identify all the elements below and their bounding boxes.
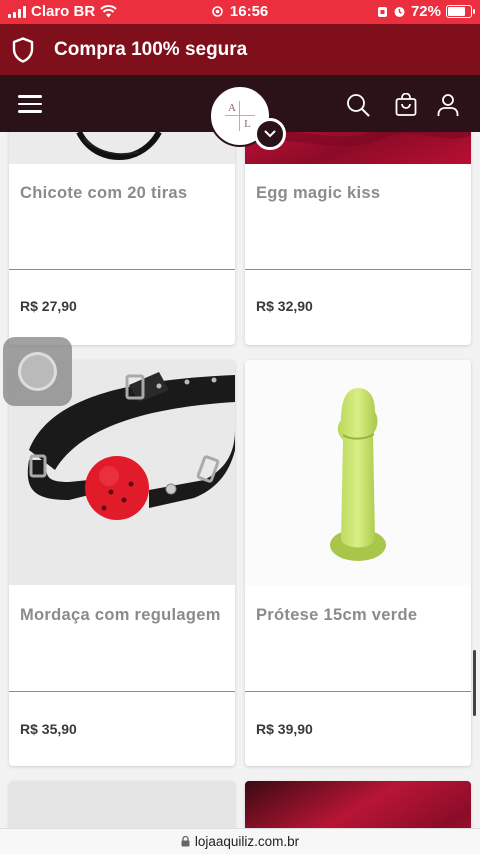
product-image[interactable] bbox=[245, 781, 471, 828]
status-right: 72% bbox=[377, 3, 475, 20]
logo-cell bbox=[225, 116, 240, 131]
product-image[interactable] bbox=[245, 360, 471, 585]
product-title[interactable]: Mordaça com regulagem bbox=[20, 606, 227, 625]
user-icon[interactable] bbox=[436, 93, 460, 117]
product-image[interactable] bbox=[9, 132, 235, 164]
logo-letter-l: L bbox=[244, 117, 251, 130]
lock-rotation-icon bbox=[377, 6, 387, 17]
bag-icon[interactable] bbox=[394, 93, 418, 117]
lock-icon bbox=[181, 836, 190, 847]
product-card[interactable] bbox=[245, 781, 471, 828]
alarm-icon bbox=[394, 7, 405, 17]
assistive-touch-ring bbox=[18, 352, 57, 391]
clock: 16:56 bbox=[229, 3, 269, 20]
card-divider bbox=[9, 269, 235, 270]
product-title[interactable]: Prótese 15cm verde bbox=[256, 606, 463, 625]
assistive-touch-button[interactable] bbox=[3, 337, 72, 406]
menu-icon[interactable] bbox=[18, 95, 42, 113]
scrollbar[interactable] bbox=[473, 650, 476, 716]
product-title[interactable]: Egg magic kiss bbox=[256, 184, 463, 203]
product-price: R$ 27,90 bbox=[20, 298, 77, 314]
product-card[interactable]: Egg magic kiss R$ 32,90 bbox=[245, 132, 471, 345]
product-price: R$ 32,90 bbox=[256, 298, 313, 314]
product-card[interactable]: Chicote com 20 tiras R$ 27,90 bbox=[9, 132, 235, 345]
site-header: A L bbox=[0, 75, 480, 147]
product-grid: Chicote com 20 tiras R$ 27,90 Egg magic … bbox=[0, 132, 480, 828]
product-image[interactable] bbox=[9, 781, 235, 828]
product-price: R$ 39,90 bbox=[256, 721, 313, 737]
product-card[interactable]: Mordaça com regulagem R$ 35,90 bbox=[9, 360, 235, 766]
secure-purchase-banner: Compra 100% segura bbox=[0, 24, 480, 75]
logo-monogram: A L bbox=[225, 101, 255, 131]
secure-purchase-text: Compra 100% segura bbox=[54, 38, 248, 60]
url-text: lojaaquiliz.com.br bbox=[194, 834, 300, 849]
status-bar: Claro BR 16:56 72% bbox=[0, 0, 480, 24]
battery-percent: 72% bbox=[410, 3, 441, 20]
product-title[interactable]: Chicote com 20 tiras bbox=[20, 184, 227, 203]
search-icon[interactable] bbox=[346, 93, 370, 117]
logo-cell bbox=[240, 101, 255, 116]
shield-icon bbox=[12, 36, 34, 63]
card-divider bbox=[245, 691, 471, 692]
product-card[interactable]: Prótese 15cm verde R$ 39,90 bbox=[245, 360, 471, 766]
location-icon bbox=[211, 6, 223, 17]
card-divider bbox=[245, 269, 471, 270]
product-price: R$ 35,90 bbox=[20, 721, 77, 737]
logo-letter-a: A bbox=[225, 101, 240, 116]
product-card[interactable] bbox=[9, 781, 235, 828]
address-bar[interactable]: lojaaquiliz.com.br bbox=[0, 828, 480, 854]
card-divider bbox=[9, 691, 235, 692]
chevron-down-icon[interactable] bbox=[254, 118, 286, 150]
battery-icon bbox=[446, 5, 475, 18]
